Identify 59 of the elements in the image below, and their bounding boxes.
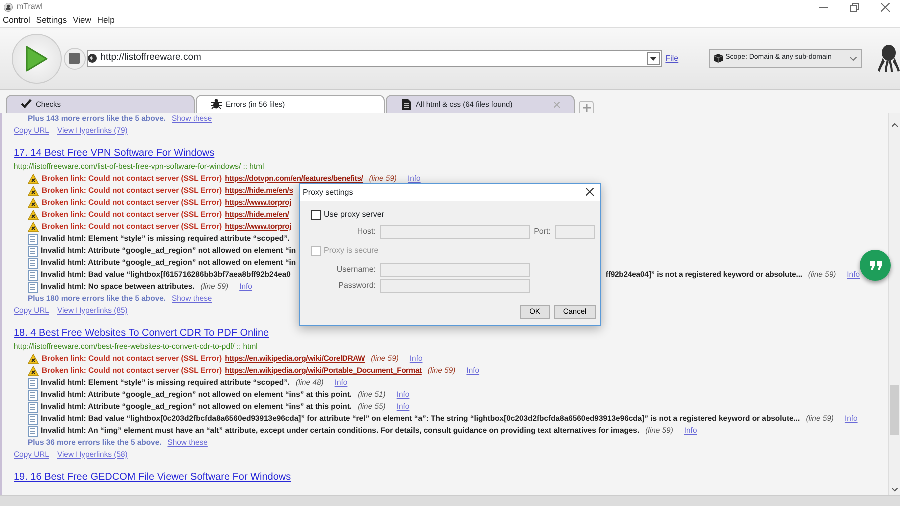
menu-item[interactable]: Control <box>3 14 30 27</box>
document-icon <box>28 414 38 424</box>
scroll-up-icon[interactable] <box>892 122 898 127</box>
checkmark-icon <box>21 99 32 110</box>
field-label: Password: <box>338 280 377 292</box>
vertical-scrollbar[interactable] <box>888 113 900 495</box>
checkbox-label: Proxy is secure <box>324 245 379 257</box>
warning-icon <box>28 186 39 196</box>
page-title-link[interactable]: 18. 4 Best Free Websites To Convert CDR To PDF Online <box>14 327 270 341</box>
field-label: Username: <box>336 264 377 276</box>
document-icon <box>28 426 38 436</box>
dropdown-button[interactable] <box>646 52 660 65</box>
caret-icon <box>650 56 657 60</box>
scroll-down-icon[interactable] <box>892 488 898 492</box>
warning-icon <box>28 198 39 208</box>
document-icon <box>28 270 38 280</box>
stop-button[interactable] <box>64 48 86 70</box>
plus-icon <box>582 104 590 112</box>
scrollbar-thumb[interactable] <box>890 385 899 435</box>
bug-icon <box>211 99 222 110</box>
close-icon <box>586 188 594 196</box>
checkbox-label: Use proxy server <box>324 209 384 221</box>
document-icon <box>28 246 38 256</box>
menu-item[interactable]: View <box>73 14 92 27</box>
menu-item[interactable]: Settings <box>36 14 68 27</box>
field-label: Port: <box>533 226 552 238</box>
window-title: mTrawl <box>17 1 43 13</box>
stop-icon <box>69 53 80 64</box>
document-icon <box>401 99 412 110</box>
horizontal-scrollbar[interactable] <box>0 495 900 506</box>
page-title-link[interactable]: 17. 14 Best Free VPN Software For Windows <box>14 147 215 161</box>
maximize-icon[interactable] <box>850 2 859 12</box>
play-button[interactable] <box>12 34 62 84</box>
file-link[interactable]: File <box>666 52 679 64</box>
close-icon[interactable] <box>881 2 890 12</box>
document-icon <box>28 282 38 292</box>
warning-icon <box>28 366 39 376</box>
url-field[interactable]: http://listoffreeware.com <box>86 50 662 67</box>
octopus-icon <box>878 44 900 74</box>
warning-icon <box>28 210 39 220</box>
checkbox[interactable] <box>311 210 321 220</box>
warning-icon <box>28 174 39 184</box>
play-icon <box>24 44 49 72</box>
field-label: Host: <box>356 226 377 238</box>
app-icon <box>4 2 13 12</box>
chevron-icon <box>850 56 857 60</box>
dialog-title: Proxy settings <box>303 186 354 198</box>
document-icon <box>28 234 38 244</box>
quote-icon <box>870 261 882 270</box>
menu-item[interactable]: Help <box>97 14 115 27</box>
document-icon <box>28 390 38 400</box>
page-title-link[interactable]: 19. 16 Best Free GEDCOM File Viewer Software For Windows <box>14 471 292 485</box>
warning-icon <box>28 222 39 232</box>
warning-icon <box>28 354 39 364</box>
document-icon <box>28 378 38 388</box>
document-icon <box>28 258 38 268</box>
globe-icon <box>88 54 97 63</box>
document-icon <box>28 402 38 412</box>
cube-icon <box>714 54 723 63</box>
